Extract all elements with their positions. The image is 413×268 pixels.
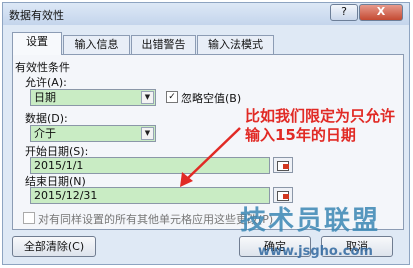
tab-settings[interactable]: 设置 [12, 32, 62, 55]
annotation-line-1: 比如我们限定为只允许 [245, 107, 396, 125]
watermark-logo: 技术员联盟 [240, 206, 381, 236]
annotation-line-2: 输入15年的日期 [245, 126, 356, 144]
watermark-url: www.jsgho.com [258, 244, 373, 259]
annotation-text: 比如我们限定为只允许 输入15年的日期 [245, 107, 395, 145]
